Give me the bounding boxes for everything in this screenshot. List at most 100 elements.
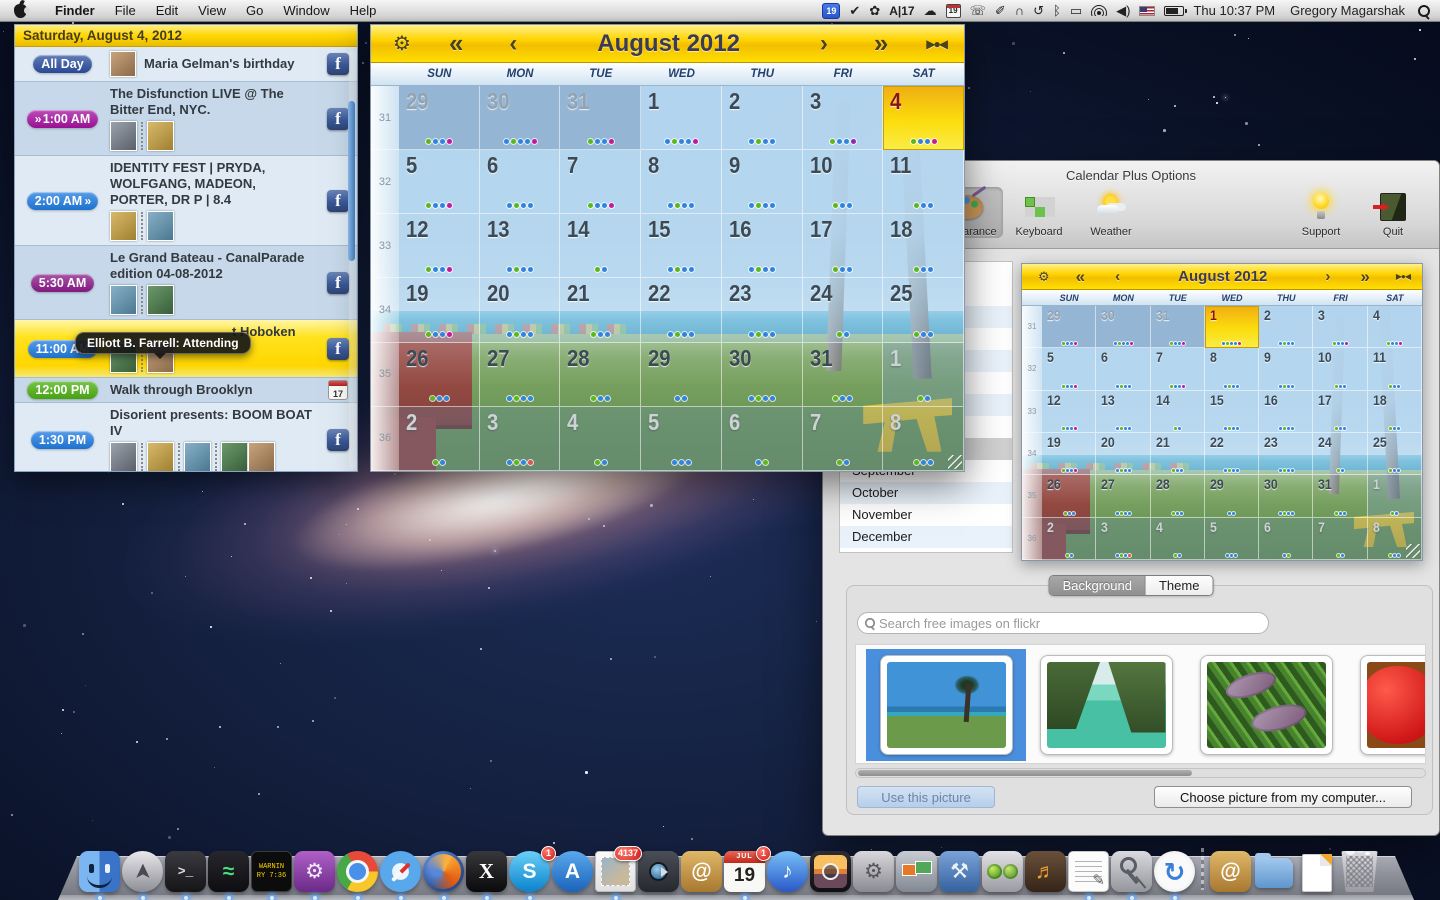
day-cell[interactable]: 4 [560, 407, 641, 471]
dock-facetime-camera[interactable] [638, 851, 679, 892]
pen-menu-icon[interactable]: ✐ [995, 3, 1006, 19]
day-cell[interactable]: 30 [1096, 306, 1150, 348]
day-cell[interactable]: 2 [399, 407, 480, 471]
day-cell[interactable]: 22 [641, 278, 722, 342]
bluetooth-menu-icon[interactable]: ᛒ [1053, 3, 1061, 18]
day-cell[interactable]: 29 [641, 343, 722, 407]
day-cell[interactable]: 21 [1151, 433, 1205, 475]
day-cell[interactable]: 25 [883, 278, 964, 342]
day-cell[interactable]: 26 [1042, 475, 1096, 517]
day-cell[interactable]: 21 [560, 278, 641, 342]
day-cell[interactable]: 16 [722, 214, 803, 278]
day-cell[interactable]: 18 [883, 214, 964, 278]
day-cell[interactable]: 7 [1151, 348, 1205, 390]
toolbar-keyboard[interactable]: Keyboard [1003, 187, 1075, 238]
tab-background[interactable]: Background [1050, 576, 1146, 595]
day-cell[interactable]: 7 [803, 407, 884, 471]
settings-gear-icon[interactable]: ⚙ [1038, 269, 1050, 285]
day-cell[interactable]: 11 [883, 150, 964, 214]
day-cell[interactable]: 9 [1259, 348, 1313, 390]
dock-system-preferences[interactable]: ⚙ [853, 851, 894, 892]
next-year-button[interactable]: » [874, 28, 888, 59]
use-picture-button[interactable]: Use this picture [857, 786, 995, 808]
flag-menu-icon[interactable] [1139, 6, 1155, 16]
dock-activity-monitor[interactable]: ≈ [208, 851, 249, 892]
today-button[interactable]: ▶●◀ [926, 37, 946, 51]
day-cell[interactable]: 24 [803, 278, 884, 342]
day-cell[interactable]: 24 [1313, 433, 1367, 475]
toolbar-weather[interactable]: Weather [1075, 187, 1147, 238]
dock-xcode[interactable]: ⚒ [939, 851, 980, 892]
event-row[interactable]: All DayMaria Gelman's birthdayf [15, 47, 357, 82]
day-cell[interactable]: 22 [1205, 433, 1259, 475]
flower-menu-icon[interactable]: ✿ [869, 3, 880, 19]
month-row-november[interactable]: November [840, 504, 1012, 526]
dock-garageband[interactable]: ♬ [1025, 851, 1066, 892]
day-cell[interactable]: 8 [1205, 348, 1259, 390]
day-cell[interactable]: 15 [641, 214, 722, 278]
dock-safari[interactable] [380, 851, 421, 892]
day-cell[interactable]: 15 [1205, 391, 1259, 433]
menu-help[interactable]: Help [340, 0, 387, 21]
app-count-indicator[interactable]: A|17 [889, 4, 914, 18]
day-cell[interactable]: 17 [803, 214, 884, 278]
day-cell[interactable]: 29 [1042, 306, 1096, 348]
day-cell[interactable]: 30 [480, 86, 561, 150]
next-year-button[interactable]: » [1360, 267, 1369, 287]
day-cell[interactable]: 30 [1259, 475, 1313, 517]
day-cell[interactable]: 1 [1205, 306, 1259, 348]
headphones-menu-icon[interactable]: ∩ [1015, 3, 1024, 18]
dock-iphoto[interactable] [810, 851, 851, 892]
event-row[interactable]: » 1:00 AMThe Disfunction LIVE @ The Bitt… [15, 82, 357, 156]
day-cell[interactable]: 6 [1259, 518, 1313, 560]
apple-menu-icon[interactable] [14, 4, 27, 18]
thumbnail-lagoon-cliffs[interactable] [1026, 649, 1186, 761]
menu-go[interactable]: Go [236, 0, 273, 21]
day-cell[interactable]: 14 [560, 214, 641, 278]
day-cell[interactable]: 10 [1313, 348, 1367, 390]
day-cell[interactable]: 31 [803, 343, 884, 407]
next-month-button[interactable]: › [1325, 268, 1330, 285]
event-row[interactable]: 12:00 PMWalk through Brooklyn17 [15, 378, 357, 403]
thumbnail-pine-cones[interactable] [1186, 649, 1346, 761]
menu-username[interactable]: Gregory Magarshak [1290, 3, 1405, 18]
dock-app-store[interactable]: A [552, 851, 593, 892]
day-cell[interactable]: 23 [722, 278, 803, 342]
day-cell[interactable]: 20 [480, 278, 561, 342]
dock-warning-terminal[interactable]: WARNINRY 7:36 [251, 851, 292, 892]
dock-textmate[interactable]: ⚙ [294, 851, 335, 892]
event-row[interactable]: 2:00 AM »IDENTITY FEST | PRYDA, WOLFGANG… [15, 156, 357, 246]
thumbnail-beach-palm-trees[interactable] [866, 649, 1026, 761]
day-cell[interactable]: 27 [480, 343, 561, 407]
day-cell[interactable]: 14 [1151, 391, 1205, 433]
day-cell[interactable]: 5 [1205, 518, 1259, 560]
horizontal-scrollbar[interactable] [855, 768, 1426, 778]
resize-handle[interactable] [1406, 544, 1420, 558]
fax-menu-icon[interactable]: ☏ [970, 3, 986, 19]
day-cell[interactable]: 12 [1042, 391, 1096, 433]
day-cell[interactable]: 13 [1096, 391, 1150, 433]
day-cell[interactable]: 29 [1205, 475, 1259, 517]
day-cell[interactable]: 4 [883, 86, 964, 150]
day-cell[interactable]: 1 [1368, 475, 1422, 517]
day-cell[interactable]: 25 [1368, 433, 1422, 475]
menu-file[interactable]: File [105, 0, 146, 21]
prev-year-button[interactable]: « [1076, 267, 1085, 287]
day-cell[interactable]: 16 [1259, 391, 1313, 433]
cloud-menu-icon[interactable]: ☁ [924, 3, 937, 19]
dock-firefox[interactable] [423, 851, 464, 892]
day-cell[interactable]: 1 [641, 86, 722, 150]
tab-theme[interactable]: Theme [1146, 576, 1212, 595]
events-scrollbar[interactable] [349, 51, 356, 469]
day-cell[interactable]: 17 [1313, 391, 1367, 433]
day-cell[interactable]: 6 [722, 407, 803, 471]
day-cell[interactable]: 4 [1368, 306, 1422, 348]
dock-xchat[interactable]: X [466, 851, 507, 892]
month-row-october[interactable]: October [840, 482, 1012, 504]
day-cell[interactable]: 2 [1259, 306, 1313, 348]
scrollbar-thumb[interactable] [858, 770, 1192, 776]
day-cell[interactable]: 23 [1259, 433, 1313, 475]
day-cell[interactable]: 6 [480, 150, 561, 214]
dock-green-orbs-app[interactable] [982, 851, 1023, 892]
day-cell[interactable]: 1 [883, 343, 964, 407]
